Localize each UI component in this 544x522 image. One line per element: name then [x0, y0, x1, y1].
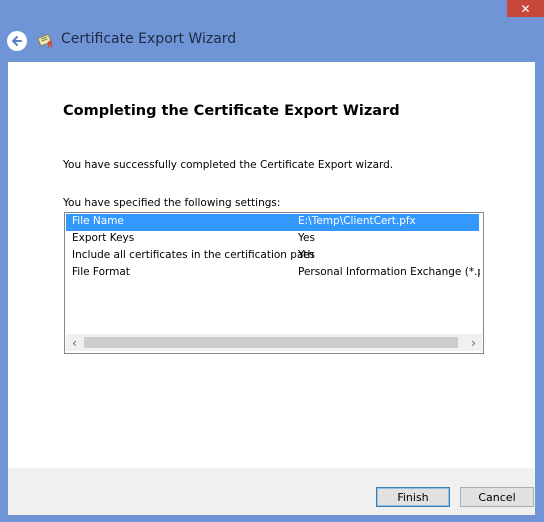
- horizontal-scrollbar[interactable]: ‹ ›: [66, 334, 482, 351]
- page-heading: Completing the Certificate Export Wizard: [63, 103, 400, 119]
- chevron-right-icon: ›: [471, 335, 476, 350]
- setting-name: File Format: [72, 266, 130, 278]
- scroll-left-button[interactable]: ‹: [66, 334, 83, 351]
- cancel-button[interactable]: Cancel: [460, 487, 534, 507]
- back-button[interactable]: [7, 31, 27, 51]
- scroll-right-button[interactable]: ›: [465, 334, 482, 351]
- setting-value: Yes: [298, 249, 315, 261]
- setting-value: Personal Information Exchange (*.pfx): [298, 266, 480, 278]
- settings-list[interactable]: File Name E:\Temp\ClientCert.pfx Export …: [64, 212, 484, 354]
- certificate-icon: [37, 34, 53, 49]
- setting-value: Yes: [298, 232, 315, 244]
- finish-button[interactable]: Finish: [376, 487, 450, 507]
- settings-row-export-keys[interactable]: Export Keys Yes: [66, 231, 479, 248]
- wizard-footer: Finish Cancel: [8, 468, 535, 515]
- close-button[interactable]: ✕: [507, 0, 544, 17]
- back-arrow-icon: [12, 36, 22, 46]
- success-message: You have successfully completed the Cert…: [63, 159, 394, 171]
- settings-label: You have specified the following setting…: [63, 197, 281, 209]
- setting-name: Include all certificates in the certific…: [72, 249, 315, 261]
- setting-name: File Name: [72, 215, 124, 227]
- settings-row-file-format[interactable]: File Format Personal Information Exchang…: [66, 265, 480, 282]
- chevron-left-icon: ‹: [72, 335, 77, 350]
- wizard-title: Certificate Export Wizard: [61, 31, 237, 47]
- setting-value: E:\Temp\ClientCert.pfx: [298, 215, 416, 227]
- setting-name: Export Keys: [72, 232, 135, 244]
- wizard-window: ✕ Certificate Export Wizard Completing t…: [0, 0, 544, 522]
- close-icon: ✕: [520, 1, 531, 16]
- scrollbar-thumb[interactable]: [84, 337, 458, 348]
- settings-row-include-all-certificates[interactable]: Include all certificates in the certific…: [66, 248, 479, 265]
- wizard-content: Completing the Certificate Export Wizard…: [8, 62, 535, 468]
- wizard-header: Certificate Export Wizard: [0, 22, 544, 60]
- settings-row-file-name[interactable]: File Name E:\Temp\ClientCert.pfx: [66, 214, 479, 231]
